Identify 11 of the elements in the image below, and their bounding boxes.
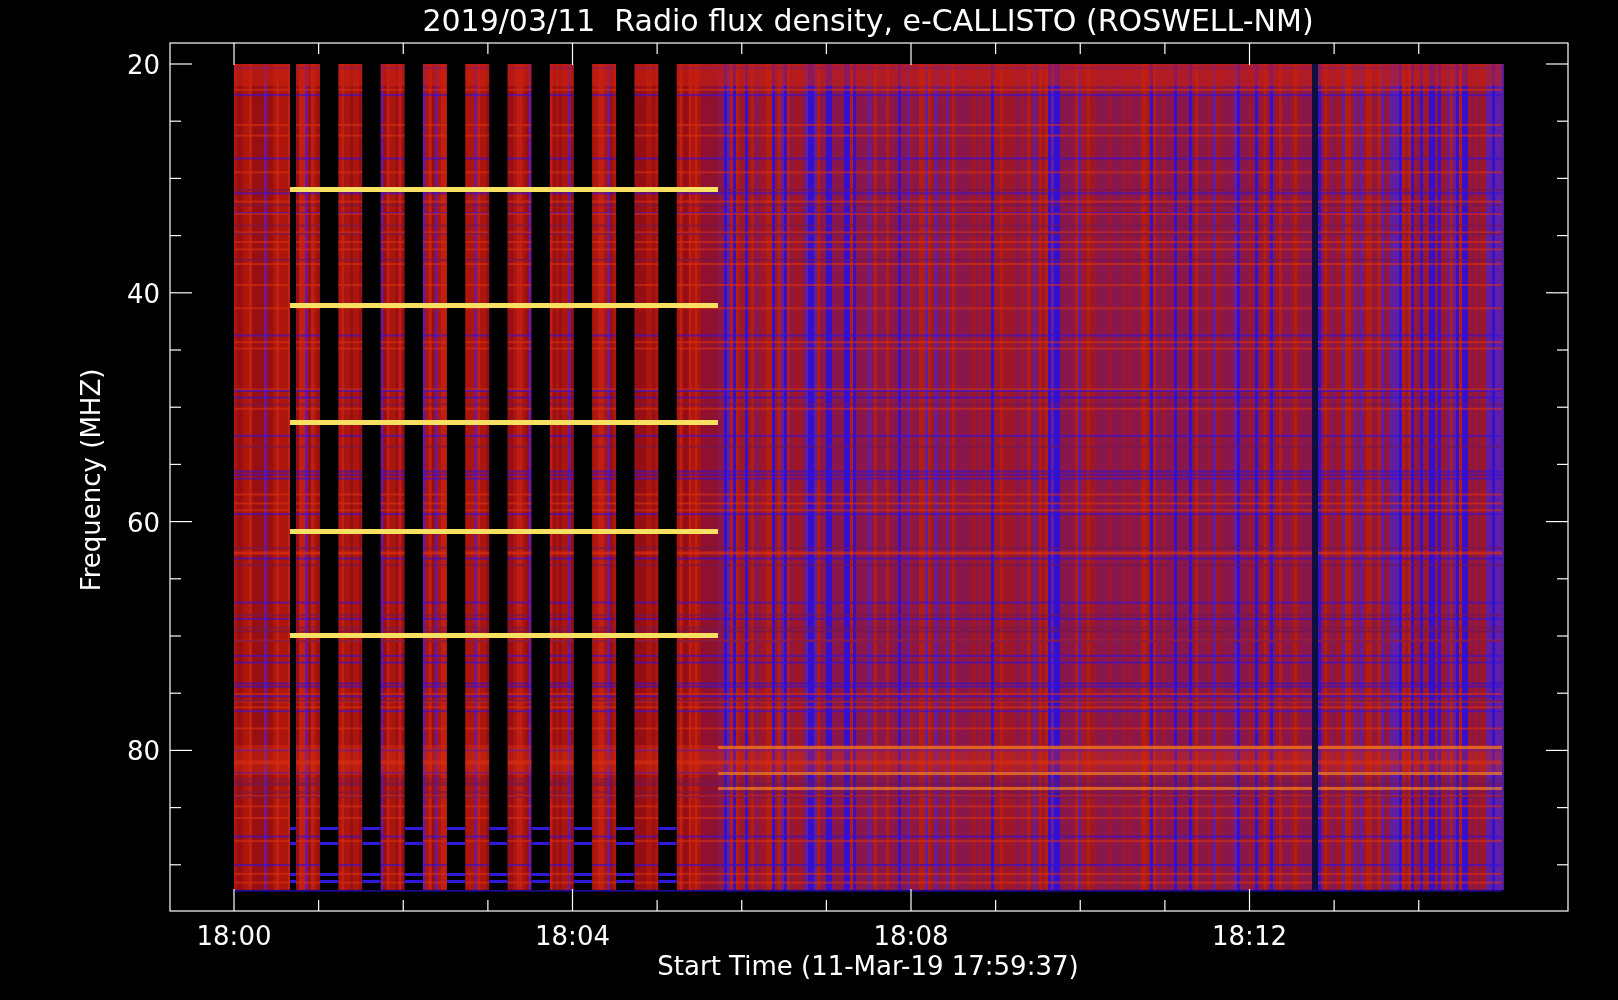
y-tick-label: 60 — [126, 507, 160, 538]
y-tick-label: 20 — [126, 50, 160, 80]
x-tick-label: 18:08 — [873, 921, 949, 951]
y-axis-label: Frequency (MHZ) — [76, 368, 106, 592]
y-tick-label: 40 — [126, 278, 160, 309]
x-axis-label: Start Time (11-Mar-19 17:59:37) — [657, 951, 1079, 981]
x-tick-label: 18:12 — [1212, 921, 1287, 951]
x-tick-label: 18:04 — [535, 921, 610, 951]
y-tick-label: 80 — [126, 736, 160, 767]
x-tick-label: 18:00 — [196, 921, 272, 951]
chart-title: 2019/03/11 Radio flux density, e-CALLISTO (ROSWELL-NM) — [422, 3, 1314, 38]
